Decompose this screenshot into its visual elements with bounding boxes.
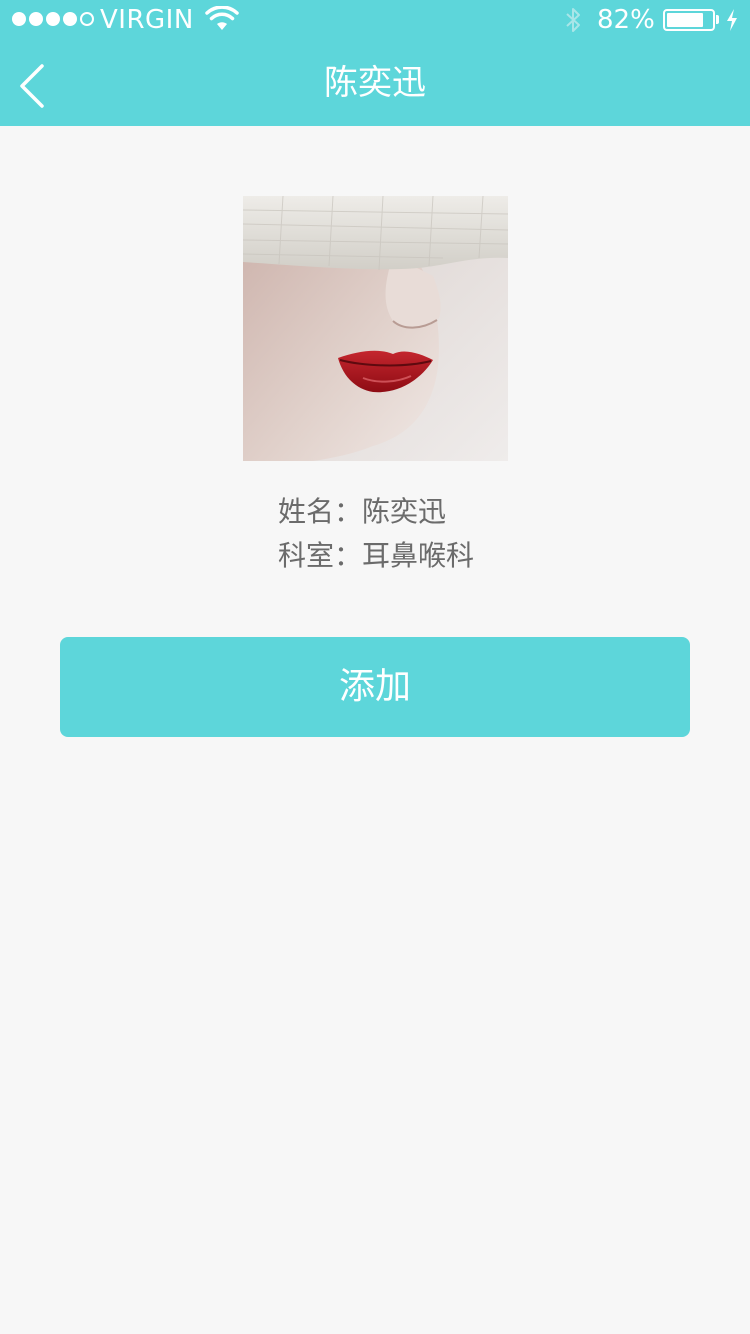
- navigation-bar: 陈奕迅: [0, 40, 750, 126]
- status-bar: VIRGIN 82%: [0, 0, 750, 40]
- profile-info: 姓名：陈奕迅 科室：耳鼻喉科: [0, 490, 750, 578]
- add-button[interactable]: 添加: [60, 637, 690, 737]
- signal-dot: [29, 12, 43, 26]
- profile-info-block: 姓名：陈奕迅 科室：耳鼻喉科: [278, 490, 474, 578]
- charging-icon: [725, 8, 739, 36]
- department-value: 耳鼻喉科: [362, 539, 475, 572]
- header: VIRGIN 82% 陈奕迅: [0, 0, 750, 126]
- battery-percentage: 82%: [597, 5, 655, 35]
- battery-tip: [716, 15, 719, 24]
- avatar: [243, 196, 508, 461]
- name-label: 姓名：: [277, 495, 362, 528]
- signal-dot: [46, 12, 60, 26]
- signal-dot: [12, 12, 26, 26]
- department-row: 科室：耳鼻喉科: [278, 534, 474, 578]
- signal-strength-icon: [12, 12, 94, 26]
- wifi-icon: [205, 5, 239, 38]
- carrier-name: VIRGIN: [100, 5, 194, 35]
- battery-level-fill: [667, 13, 703, 27]
- page-title: 陈奕迅: [324, 63, 426, 103]
- signal-dot: [63, 12, 77, 26]
- back-button[interactable]: [8, 54, 68, 114]
- name-row: 姓名：陈奕迅: [278, 490, 446, 534]
- battery-icon: [663, 9, 715, 31]
- department-label: 科室：: [277, 539, 362, 572]
- signal-dot: [80, 12, 94, 26]
- chevron-left-icon: [20, 64, 44, 108]
- name-value: 陈奕迅: [362, 495, 447, 528]
- portrait-image: [243, 196, 508, 461]
- bluetooth-icon: [564, 6, 584, 38]
